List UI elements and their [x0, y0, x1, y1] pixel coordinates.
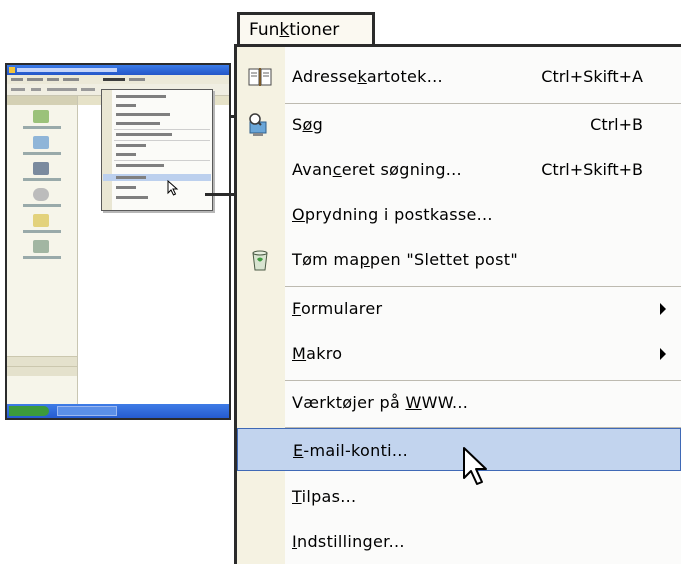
- menu-item-email-accounts[interactable]: E-mail-konti...: [237, 428, 681, 471]
- menu-title-funktioner[interactable]: Funktioner: [237, 12, 375, 48]
- menu-item-macro[interactable]: Makro: [237, 332, 681, 375]
- menu-item-shortcut: Ctrl+Skift+B: [541, 160, 643, 179]
- outlook-window-thumbnail: [5, 63, 231, 420]
- thumbnail-cursor-icon: [167, 180, 179, 196]
- menu-item-forms[interactable]: Formularer: [237, 287, 681, 330]
- menu-item-search[interactable]: Søg Ctrl+B: [237, 103, 681, 146]
- menu-item-label: Værktøjer på WWW...: [292, 393, 469, 412]
- menu-item-label: Søg: [292, 115, 324, 134]
- mail-icon: [33, 110, 49, 123]
- outlook-icon: [9, 67, 15, 73]
- menu-item-label: Tilpas...: [292, 487, 357, 506]
- menu-item-empty-deleted-items[interactable]: Tøm mappen "Slettet post": [237, 238, 681, 281]
- tools-dropdown-menu: Adressekartotek... Ctrl+Skift+A Søg Ctrl…: [234, 44, 681, 564]
- menu-item-label: Tøm mappen "Slettet post": [292, 250, 519, 269]
- menu-item-mailbox-cleanup[interactable]: Oprydning i postkasse...: [237, 193, 681, 236]
- address-book-icon: [248, 68, 272, 86]
- menu-item-label: Formularer: [292, 299, 383, 318]
- menu-item-customize[interactable]: Tilpas...: [237, 475, 681, 518]
- menu-item-label: Avanceret søgning...: [292, 160, 462, 179]
- start-button: [9, 406, 49, 416]
- thumbnail-tools-menu: [101, 89, 213, 211]
- thumbnail-menu-bar: [7, 75, 229, 84]
- connector-line-bottom: [205, 193, 237, 196]
- menu-item-address-book[interactable]: Adressekartotek... Ctrl+Skift+A: [237, 55, 681, 98]
- notes-icon: [33, 214, 49, 227]
- thumbnail-taskbar: [7, 404, 229, 418]
- submenu-arrow-icon: [660, 348, 666, 360]
- contacts-icon: [33, 162, 49, 175]
- menu-item-advanced-search[interactable]: Avanceret søgning... Ctrl+Skift+B: [237, 148, 681, 191]
- submenu-arrow-icon: [660, 303, 666, 315]
- menu-item-label: Oprydning i postkasse...: [292, 205, 493, 224]
- menu-item-options[interactable]: Indstillinger...: [237, 520, 681, 563]
- recycle-bin-icon: [252, 250, 268, 271]
- deleted-items-icon: [33, 240, 49, 253]
- thumbnail-navigation-pane: [7, 96, 78, 404]
- menu-item-shortcut: Ctrl+B: [590, 115, 643, 134]
- calendar-icon: [33, 136, 49, 149]
- thumbnail-title-bar: [7, 65, 229, 75]
- menu-item-label: Makro: [292, 344, 343, 363]
- search-computer-icon: [249, 113, 267, 136]
- menu-item-tools-on-web[interactable]: Værktøjer på WWW...: [237, 381, 681, 424]
- mouse-cursor-icon: [463, 447, 487, 485]
- menu-item-label: Adressekartotek...: [292, 67, 443, 86]
- tasks-icon: [33, 188, 49, 201]
- menu-item-label: E-mail-konti...: [293, 441, 409, 460]
- menu-item-shortcut: Ctrl+Skift+A: [541, 67, 643, 86]
- menu-item-label: Indstillinger...: [292, 532, 405, 551]
